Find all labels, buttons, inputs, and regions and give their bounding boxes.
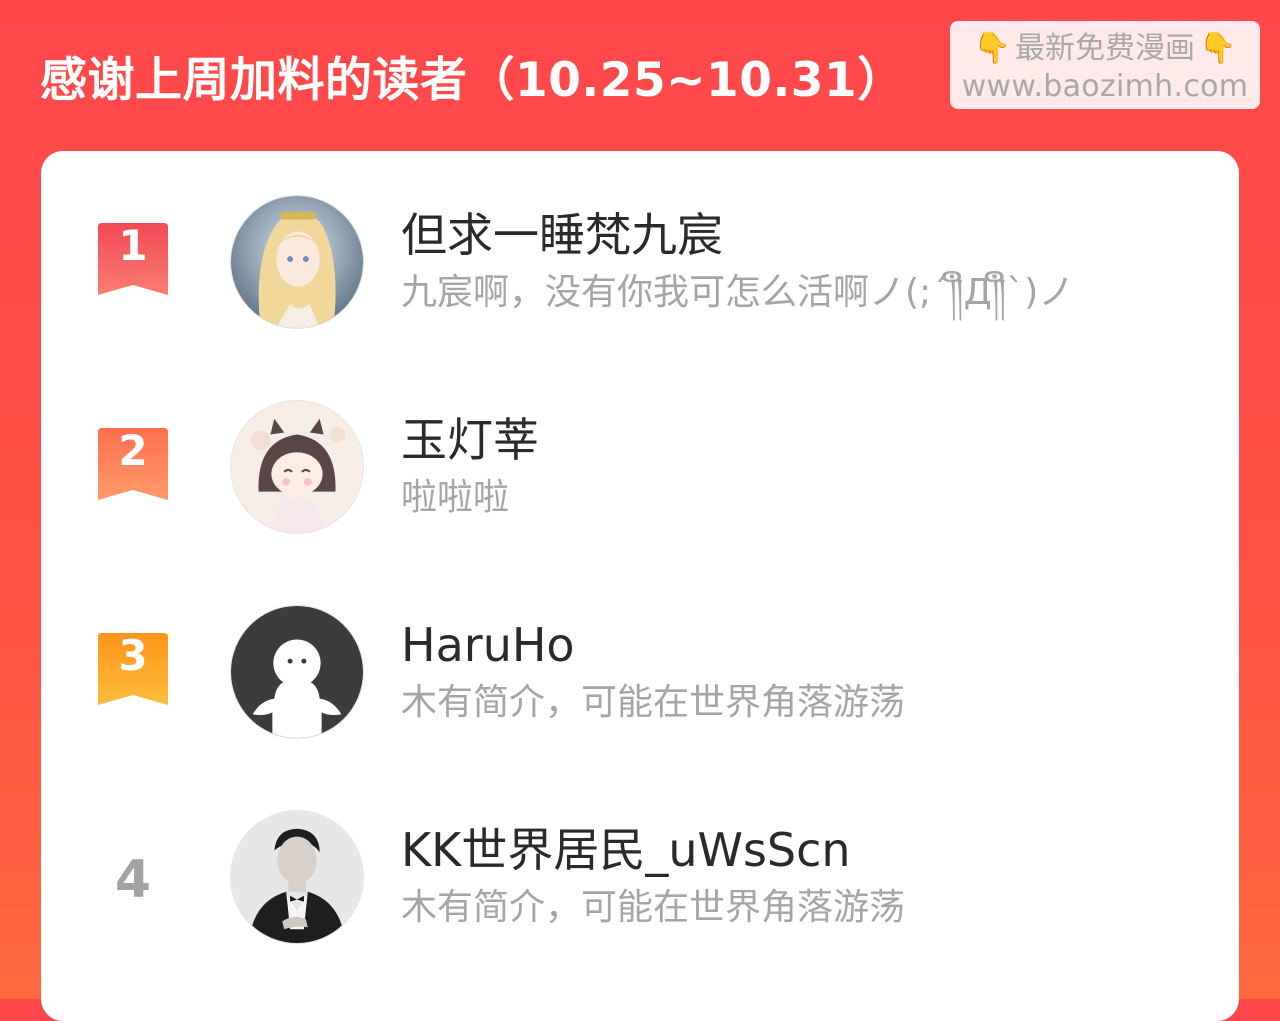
reader-name[interactable]: HaruHo xyxy=(401,615,575,675)
reader-description: 木有简介，可能在世界角落游荡 xyxy=(401,682,906,723)
rank-bookmark-badge: 3 xyxy=(98,633,168,707)
reader-row[interactable]: 3 HaruHo 木有简介，可能在世界角落游荡 xyxy=(41,603,1239,743)
default-ghost-avatar[interactable] xyxy=(230,605,364,739)
blonde-anime-character-avatar[interactable] xyxy=(230,195,364,329)
chibi-anime-girl-avatar[interactable] xyxy=(230,400,364,534)
reader-row[interactable]: 1 但求一睡梵九宸 九宸啊，没有你我可怎么活啊ノ(;´༎ຶД༎ຶ`)ノ xyxy=(41,193,1239,333)
watermark-slogan: 最新免费漫画 xyxy=(1015,31,1195,66)
rank-bookmark-badge: 2 xyxy=(98,428,168,502)
reader-name[interactable]: 但求一睡梵九宸 xyxy=(401,205,723,265)
rank-number: 3 xyxy=(118,631,148,680)
reader-name[interactable]: 玉灯莘 xyxy=(401,410,539,470)
rank-bookmark-badge: 1 xyxy=(98,223,168,297)
reader-list-card: 1 但求一睡梵九宸 九宸啊，没有你我可怎么活啊ノ(;´༎ຶД༎ຶ`)ノ 2 玉灯… xyxy=(41,151,1239,1021)
reader-description: 九宸啊，没有你我可怎么活啊ノ(;´༎ຶД༎ຶ`)ノ xyxy=(401,272,1075,313)
rank-number: 4 xyxy=(114,850,152,910)
reader-row[interactable]: 4 KK世界居民_uWsScn 木有简介，可能在世界角落游荡 xyxy=(41,808,1239,948)
watermark-banner[interactable]: 👇 最新免费漫画 👇 www.baozimh.com xyxy=(950,21,1260,109)
page-title: 感谢上周加料的读者（10.25~10.31） xyxy=(40,53,905,108)
watermark-url: www.baozimh.com xyxy=(961,69,1249,104)
pointing-down-hand-icon: 👇 xyxy=(1199,31,1237,66)
rank-number: 1 xyxy=(118,221,148,270)
reader-description: 啦啦啦 xyxy=(401,477,510,518)
rank-number: 2 xyxy=(118,426,148,475)
tuxedo-man-photo-avatar[interactable] xyxy=(230,810,364,944)
reader-name[interactable]: KK世界居民_uWsScn xyxy=(401,820,851,880)
pointing-down-hand-icon: 👇 xyxy=(973,31,1011,66)
reader-description: 木有简介，可能在世界角落游荡 xyxy=(401,887,906,928)
reader-row[interactable]: 2 玉灯莘 啦啦啦 xyxy=(41,398,1239,538)
